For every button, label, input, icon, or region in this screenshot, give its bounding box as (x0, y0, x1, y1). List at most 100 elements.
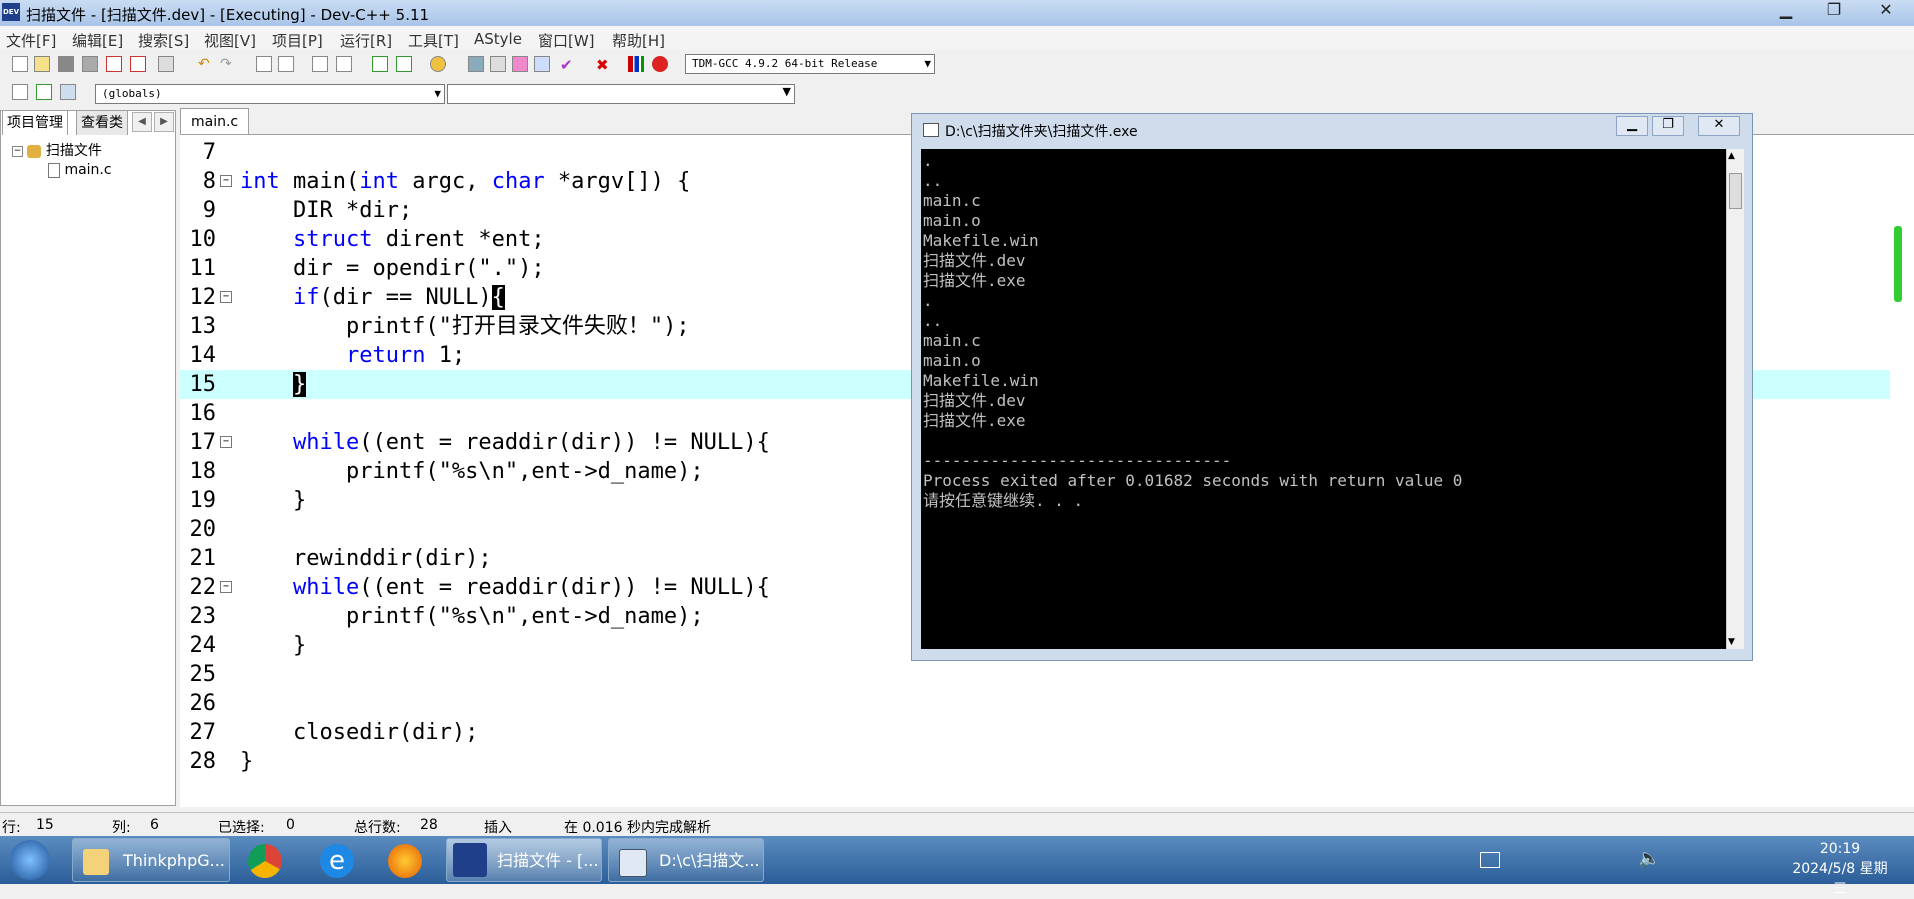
fold-toggle-icon[interactable]: − (220, 175, 232, 187)
project-panel (0, 110, 176, 806)
line-number: 9 (202, 198, 216, 223)
console-line: 扫描文件.exe (923, 411, 1026, 430)
tree-project[interactable]: − 扫描文件 (12, 140, 102, 160)
close-icon[interactable]: ✕ (1866, 0, 1906, 21)
fold-toggle-icon[interactable]: − (220, 291, 232, 303)
clock[interactable]: 20:19 2024/5/8 星期三 (1790, 839, 1890, 899)
stop-icon[interactable]: ✖ (596, 56, 612, 74)
menu-edit[interactable]: 编辑[E] (72, 30, 123, 51)
close-file-icon[interactable] (106, 56, 122, 72)
goto-icon[interactable] (372, 56, 388, 72)
compiler-select[interactable]: TDM-GCC 4.9.2 64-bit Release ▼ (685, 54, 935, 74)
open-file-icon[interactable] (34, 56, 50, 72)
menu-astyle[interactable]: AStyle (474, 30, 522, 48)
menu-project[interactable]: 项目[P] (272, 30, 323, 51)
menu-search[interactable]: 搜索[S] (138, 30, 189, 51)
fold-toggle-icon[interactable]: − (220, 581, 232, 593)
volume-icon[interactable]: 🔈 (1638, 848, 1660, 869)
find-icon[interactable] (256, 56, 272, 72)
taskbar-devcpp[interactable]: 扫描文件 - [... (446, 838, 602, 882)
line-number: 19 (189, 488, 217, 513)
check-icon[interactable]: ✔ (560, 56, 576, 74)
code-token: closedir(dir); (240, 720, 479, 745)
menu-run[interactable]: 运行[R] (340, 30, 392, 51)
scroll-up-icon[interactable]: ▲ (1728, 151, 1735, 161)
minimize-icon[interactable]: ▁ (1766, 0, 1806, 21)
close-all-icon[interactable] (130, 56, 146, 72)
editor-scrollbar[interactable] (1890, 140, 1910, 780)
scroll-down-icon[interactable]: ▼ (1728, 637, 1735, 647)
console-close-icon[interactable]: ✕ (1698, 116, 1740, 136)
window-title: 扫描文件 - [扫描文件.dev] - [Executing] - Dev-C+… (26, 6, 430, 24)
tab-classes[interactable]: 查看类 (76, 110, 128, 135)
compile-run-icon[interactable] (512, 56, 528, 72)
keyword-token: while (292, 575, 360, 600)
code-token: } (292, 372, 307, 397)
run-icon[interactable] (490, 56, 506, 72)
taskbar-folder[interactable]: ThinkphpG... (72, 838, 230, 882)
line-number: 8 (202, 169, 216, 194)
collapse-icon[interactable]: − (12, 145, 23, 157)
console-scroll-thumb[interactable] (1729, 173, 1742, 209)
indent-icon[interactable] (312, 56, 328, 72)
menu-help[interactable]: 帮助[H] (612, 30, 665, 51)
console-maximize-icon[interactable]: ❐ (1652, 116, 1684, 136)
function-select[interactable]: ▼ (447, 84, 795, 104)
console-scrollbar[interactable]: ▲ ▼ (1726, 149, 1744, 649)
code-line[interactable]: 28} (180, 747, 1890, 776)
goto-bookmark-icon[interactable] (60, 84, 76, 100)
new-file-icon[interactable] (12, 56, 28, 72)
console-line: 扫描文件.dev (923, 251, 1026, 270)
tab-project[interactable]: 项目管理 (2, 110, 68, 135)
code-line[interactable]: 25 (180, 660, 1890, 689)
print-icon[interactable] (158, 56, 174, 72)
rebuild-icon[interactable] (534, 56, 550, 72)
windows-start-icon[interactable] (10, 840, 50, 880)
compile-icon[interactable] (468, 56, 484, 72)
menu-tools[interactable]: 工具[T] (408, 30, 459, 51)
code-line[interactable]: 26 (180, 689, 1890, 718)
code-text: } (240, 747, 253, 776)
tree-file[interactable]: main.c (48, 162, 112, 178)
keyboard-icon[interactable] (1480, 852, 1500, 868)
scope-select[interactable]: (globals) ▼ (95, 84, 445, 104)
line-number: 23 (189, 604, 217, 629)
console-output[interactable]: ... main.c main.o Makefile.win 扫描文件.dev 扫描文件.… (921, 149, 1726, 649)
code-token: (dir == NULL) (319, 285, 492, 310)
console-minimize-icon[interactable]: ▁ (1616, 116, 1648, 136)
firefox-icon[interactable] (388, 844, 422, 878)
tab-scroll-left-icon[interactable]: ◀ (132, 112, 152, 132)
editor-tab-main[interactable]: main.c (180, 108, 250, 135)
redo-icon[interactable]: ↷ (220, 56, 236, 72)
save-all-icon[interactable] (82, 56, 98, 72)
maximize-icon[interactable]: ❐ (1814, 0, 1854, 21)
chart-icon[interactable] (628, 56, 644, 72)
menu-window[interactable]: 窗口[W] (538, 30, 595, 51)
status-row: 15 (36, 817, 54, 833)
code-line[interactable]: 27 closedir(dir); (180, 718, 1890, 747)
code-token: } (240, 749, 254, 774)
toggle-bookmark-icon[interactable] (36, 84, 52, 100)
save-icon[interactable] (58, 56, 74, 72)
unindent-icon[interactable] (336, 56, 352, 72)
tab-scroll-right-icon[interactable]: ▶ (154, 112, 174, 132)
editor-scroll-thumb[interactable] (1894, 226, 1902, 302)
code-text: } (240, 370, 307, 399)
compiler-select-value: TDM-GCC 4.9.2 64-bit Release (692, 57, 878, 70)
replace-icon[interactable] (278, 56, 294, 72)
ie-icon[interactable]: e (320, 844, 354, 878)
console-line: .. (923, 171, 943, 190)
bookmark-icon[interactable] (430, 56, 446, 72)
menu-file[interactable]: 文件[F] (6, 30, 56, 51)
taskbar-console[interactable]: D:\c\扫描文... (608, 838, 764, 882)
goto-back-icon[interactable] (396, 56, 412, 72)
menu-view[interactable]: 视图[V] (204, 30, 256, 51)
insert-icon[interactable] (12, 84, 28, 100)
debug-icon[interactable] (652, 56, 668, 72)
clock-time: 20:19 (1819, 841, 1861, 857)
console-line: main.o (923, 211, 981, 230)
chrome-icon[interactable] (248, 844, 282, 878)
code-token: ((ent = readdir(dir)) != NULL){ (359, 430, 770, 455)
fold-toggle-icon[interactable]: − (220, 436, 232, 448)
undo-icon[interactable]: ↶ (198, 56, 214, 72)
